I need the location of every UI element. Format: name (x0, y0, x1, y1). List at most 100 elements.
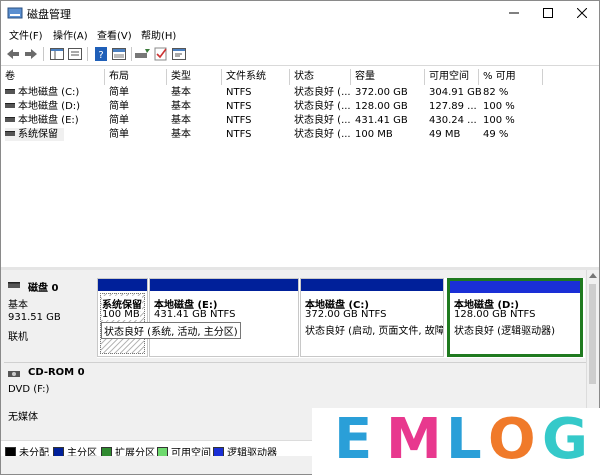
forward-button[interactable] (23, 46, 39, 62)
column-header-capacity[interactable]: 容量 (351, 69, 425, 85)
volume-layout: 简单 (109, 115, 129, 126)
volume-name: 本地磁盘 (C:) (5, 86, 79, 99)
emlog-logo: E M L O G (312, 408, 600, 475)
drive-icon (5, 88, 15, 94)
disk0-partitions: 系统保留 100 MB 状态良好 (系统, 活动, 主分区) 本地磁盘 (E:)… (97, 278, 585, 358)
table-row[interactable]: 本地磁盘 (D:) 简单 基本 NTFS 状态良好 (... 128.00 GB… (1, 100, 599, 113)
volume-type: 基本 (171, 87, 191, 98)
checklist-icon (154, 47, 167, 61)
back-button[interactable] (5, 46, 21, 62)
table-row[interactable]: 系统保留 简单 基本 NTFS 状态良好 (... 100 MB 49 MB 4… (1, 128, 599, 141)
logo-letter: L (446, 407, 482, 472)
check-button[interactable] (153, 46, 169, 62)
volume-layout: 简单 (109, 129, 129, 140)
drive-icon (5, 102, 15, 108)
toolbar-separator (87, 47, 88, 61)
partition-e[interactable]: 本地磁盘 (E:) 431.41 GB NTFS (149, 278, 299, 357)
scroll-up-icon (589, 273, 597, 278)
volume-free-space: 49 MB (429, 129, 461, 140)
list-view-button[interactable] (111, 46, 127, 62)
toolbar-separator (131, 47, 132, 61)
properties-icon (68, 48, 82, 60)
volume-name: 本地磁盘 (D:) (5, 100, 80, 113)
maximize-icon (543, 8, 553, 18)
help-icon: ? (95, 47, 107, 61)
svg-text:?: ? (98, 50, 103, 61)
disk-row-separator (4, 362, 587, 363)
scrollbar-thumb[interactable] (589, 284, 596, 384)
volume-free-space: 127.89 ... (429, 101, 477, 112)
menu-action[interactable]: 操作(A) (53, 27, 88, 42)
maximize-button[interactable] (531, 1, 565, 25)
column-header-type[interactable]: 类型 (167, 69, 222, 85)
partition-size: 100 MB (102, 309, 140, 320)
column-header-volume[interactable]: 卷 (1, 69, 105, 85)
console-window-icon (172, 48, 186, 60)
volume-capacity: 431.41 GB (355, 115, 408, 126)
volume-percent-free: 100 % (483, 101, 515, 112)
volume-status: 状态良好 (... (294, 129, 351, 140)
column-header-filesystem[interactable]: 文件系统 (222, 69, 290, 85)
cd-drive-icon (8, 371, 20, 377)
volume-percent-free: 100 % (483, 115, 515, 126)
volume-type: 基本 (171, 129, 191, 140)
primary-partition-bar (150, 279, 298, 291)
partition-size: 372.00 GB NTFS (305, 309, 387, 320)
cdrom0-kind: DVD (F:) (8, 384, 50, 395)
partition-status: 状态良好 (启动, 页面文件, 故障转 (305, 326, 444, 337)
partition-d-extended[interactable]: 本地磁盘 (D:) 128.00 GB NTFS 状态良好 (逻辑驱动器) (447, 278, 583, 357)
close-icon (577, 8, 587, 18)
show-hide-tree-button[interactable] (49, 46, 65, 62)
toolbar-separator (43, 47, 44, 61)
disk0-size: 931.51 GB (8, 312, 61, 323)
cdrom0-media: 无媒体 (8, 412, 38, 423)
menu-view[interactable]: 查看(V) (97, 27, 132, 42)
disk0-info[interactable]: 磁盘 0 基本 931.51 GB 联机 (4, 276, 94, 358)
volume-filesystem: NTFS (226, 87, 252, 98)
menu-file[interactable]: 文件(F) (9, 27, 43, 42)
disk0-kind: 基本 (8, 300, 28, 311)
back-arrow-icon (7, 49, 19, 59)
menu-help[interactable]: 帮助(H) (141, 27, 176, 42)
disk0-state: 联机 (8, 332, 28, 343)
menu-bar: 文件(F) 操作(A) 查看(V) 帮助(H) (1, 25, 599, 43)
window-title: 磁盘管理 (27, 8, 71, 21)
help-button[interactable]: ? (93, 46, 109, 62)
console-tree-icon (50, 48, 64, 60)
partition-system-reserved[interactable]: 系统保留 100 MB 状态良好 (系统, 活动, 主分区) (97, 278, 241, 357)
volume-layout: 简单 (109, 87, 129, 98)
column-header-percent-free[interactable]: % 可用 (479, 69, 543, 85)
logo-letter: M (386, 407, 442, 472)
cdrom0-info[interactable]: CD-ROM 0 DVD (F:) 无媒体 (4, 364, 94, 436)
column-header-free-space[interactable]: 可用空间 (425, 69, 479, 85)
volume-filesystem: NTFS (226, 115, 252, 126)
disk-management-window: 磁盘管理 文件(F) 操作(A) 查看(V) 帮助(H) ? 卷 布局 类型 文… (0, 0, 600, 475)
cdrom0-name: CD-ROM 0 (28, 367, 85, 378)
drive-icon (5, 130, 15, 136)
minimize-button[interactable] (497, 1, 531, 25)
table-row[interactable]: 本地磁盘 (E:) 简单 基本 NTFS 状态良好 (... 431.41 GB… (1, 114, 599, 127)
properties-button[interactable] (67, 46, 83, 62)
volume-status: 状态良好 (... (294, 101, 351, 112)
logo-letter: G (542, 407, 588, 472)
column-header-layout[interactable]: 布局 (105, 69, 167, 85)
column-header-status[interactable]: 状态 (290, 69, 351, 85)
list-view-icon (112, 48, 126, 60)
minimize-icon (509, 12, 519, 14)
console-button[interactable] (171, 46, 187, 62)
volume-type: 基本 (171, 101, 191, 112)
volume-layout: 简单 (109, 101, 129, 112)
partition-c[interactable]: 本地磁盘 (C:) 372.00 GB NTFS 状态良好 (启动, 页面文件,… (300, 278, 444, 357)
partition-status: 状态良好 (逻辑驱动器) (454, 326, 555, 337)
volume-percent-free: 49 % (483, 129, 509, 140)
close-button[interactable] (565, 1, 599, 25)
volume-filesystem: NTFS (226, 129, 252, 140)
disk-rescan-icon (135, 49, 150, 58)
rescan-disks-button[interactable] (135, 46, 151, 62)
volume-free-space: 304.91 GB (429, 87, 482, 98)
partition-status-tooltip: 状态良好 (系统, 活动, 主分区) (101, 322, 241, 339)
partition-size: 431.41 GB NTFS (154, 309, 236, 320)
table-row[interactable]: 本地磁盘 (C:) 简单 基本 NTFS 状态良好 (... 372.00 GB… (1, 86, 599, 99)
volume-filesystem: NTFS (226, 101, 252, 112)
logo-letter: E (334, 407, 373, 472)
